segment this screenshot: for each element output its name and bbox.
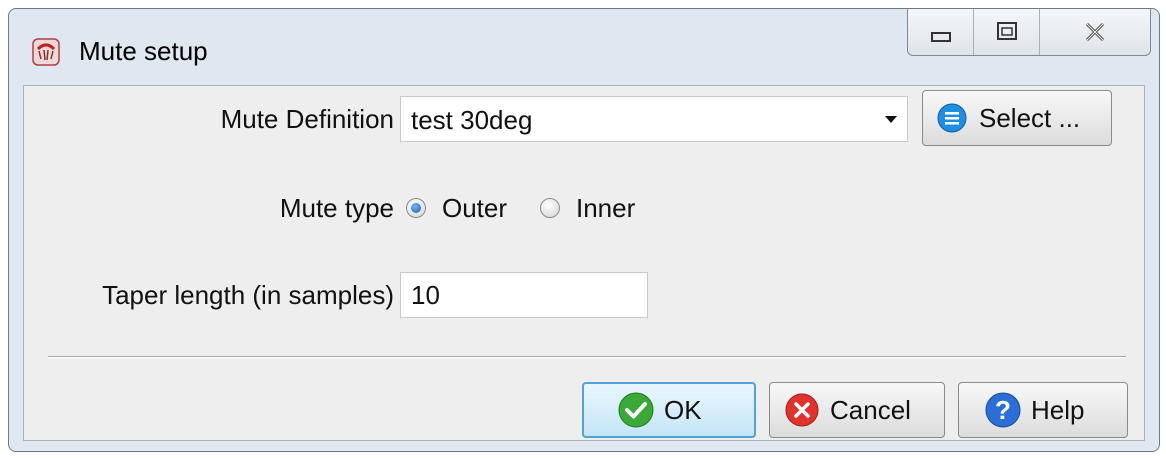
separator [48,356,1126,358]
maximize-icon [974,22,1040,55]
select-button-label: Select ... [979,102,1081,133]
ok-button[interactable]: OK [582,382,756,438]
help-button-label: Help [1031,394,1085,425]
mute-type-outer-label[interactable]: Outer [442,192,507,224]
minimize-button[interactable] [908,9,974,55]
dialog-body: Mute Definition test 30deg Select ... Mu… [23,85,1145,441]
cancel-button[interactable]: Cancel [769,382,945,438]
mute-setup-window: Mute setup Mute Definition test 30deg Se… [8,8,1160,452]
taper-length-label: Taper length (in samples) [102,280,394,310]
window-controls [907,9,1151,56]
select-button[interactable]: Select ... [922,90,1112,146]
ok-button-label: OK [664,394,702,425]
svg-text:?: ? [995,395,1011,425]
mute-type-outer-radio[interactable] [406,198,426,218]
mute-type-label: Mute type [279,193,394,223]
x-circle-icon [784,392,820,428]
mute-definition-dropdown[interactable]: test 30deg [400,96,908,142]
close-button[interactable] [1040,9,1150,55]
question-icon: ? [985,392,1021,428]
taper-length-input[interactable] [400,272,648,318]
list-icon [937,103,967,133]
window-title: Mute setup [79,36,208,66]
mute-type-inner-label[interactable]: Inner [576,192,635,224]
cancel-button-label: Cancel [830,394,911,425]
check-icon [618,392,654,428]
minimize-icon [908,32,974,55]
app-mute-icon [31,37,61,67]
title-bar[interactable]: Mute setup [9,9,1159,85]
mute-type-inner-radio[interactable] [540,198,560,218]
help-button[interactable]: ? Help [958,382,1128,438]
mute-definition-value: test 30deg [411,105,533,135]
maximize-button[interactable] [974,9,1040,55]
chevron-down-icon [885,116,897,123]
close-icon [1040,22,1150,55]
mute-definition-label: Mute Definition [220,104,394,134]
